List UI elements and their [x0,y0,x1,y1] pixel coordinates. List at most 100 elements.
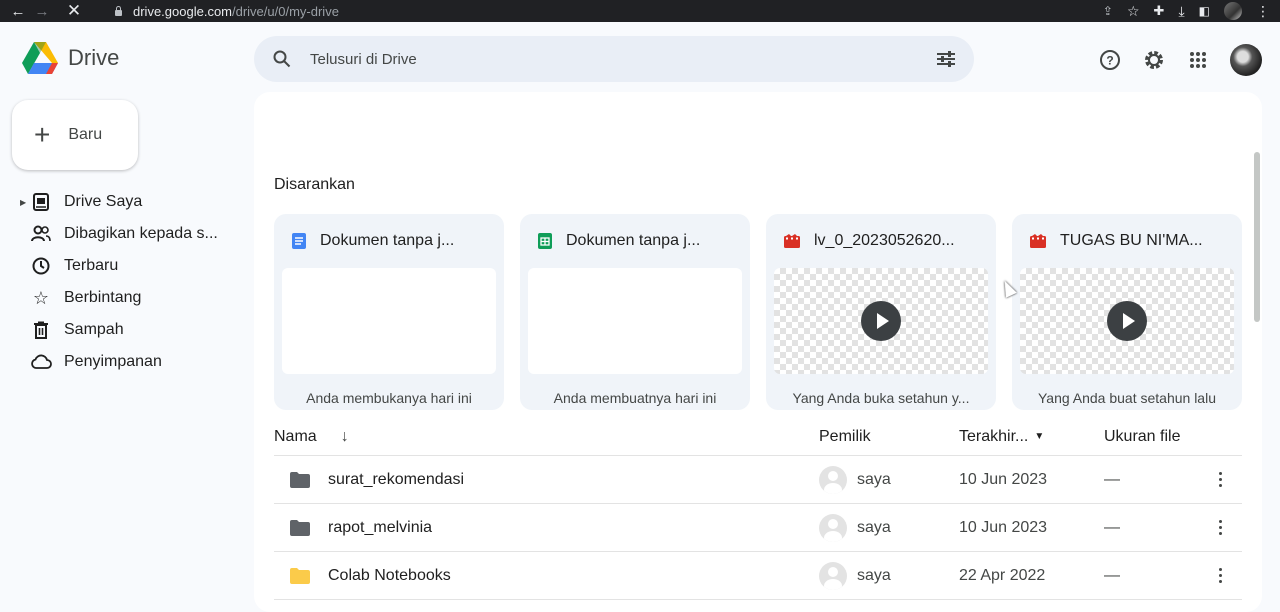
sidebar-item-starred[interactable]: ☆ Berbintang [0,282,240,314]
modified-date: 10 Jun 2023 [959,518,1048,536]
sidebar-item-shared[interactable]: Dibagikan kepada s... [0,218,240,250]
video-file-icon [1030,234,1046,248]
address-bar[interactable]: drive.google.com/drive/u/0/my-drive [106,0,1006,22]
play-icon[interactable] [1107,301,1147,341]
owner-name: saya [857,470,891,488]
new-button-label: Baru [68,126,103,143]
column-size-header[interactable]: Ukuran file [1104,428,1186,446]
more-actions-icon[interactable] [1218,520,1222,535]
card-title: lv_0_2023052620... [814,232,955,249]
table-row[interactable]: Colab Notebooks saya 22 Apr 2022 — [274,552,1242,600]
search-input[interactable]: Telusuri di Drive [310,51,918,68]
lock-icon [114,6,123,16]
account-avatar[interactable] [1230,44,1262,76]
card-reason: Yang Anda buat setahun lalu [1037,390,1216,406]
search-icon[interactable] [254,50,310,68]
side-panel-icon[interactable]: ◧ [1199,4,1210,18]
table-row[interactable]: surat_rekomendasi saya 10 Jun 2023 — [274,456,1242,504]
star-icon: ☆ [32,287,50,308]
files-table: Nama ↓ Pemilik Terakhir... ▼ Ukuran file… [274,418,1242,600]
drive-logo[interactable]: Drive [22,42,119,74]
url-path: /drive/u/0/my-drive [232,3,339,19]
bookmark-star-icon[interactable]: ☆ [1127,3,1140,20]
svg-text:?: ? [1106,54,1113,68]
folder-icon [290,567,310,584]
card-title: Dokumen tanpa j... [566,232,701,249]
expand-caret-icon[interactable]: ▶ [20,198,26,207]
sidebar-nav: ▶ Drive Saya Dibagikan kepada s... Terba… [0,186,240,378]
file-size: — [1104,566,1120,584]
stop-loading-icon[interactable]: ✕ [62,0,86,22]
file-size: — [1104,470,1120,488]
dropdown-arrow-icon[interactable]: ▼ [1034,431,1044,442]
sidebar-item-label: Sampah [64,321,124,338]
cloud-icon [30,351,52,373]
suggested-cards: Dokumen tanpa j... Anda membukanya hari … [274,214,1242,410]
sidebar-item-label: Drive Saya [64,193,143,210]
sidebar-item-storage[interactable]: Penyimpanan [0,346,240,378]
suggested-card[interactable]: Dokumen tanpa j... Anda membuatnya hari … [520,214,750,410]
folder-icon [290,519,310,536]
help-icon[interactable]: ? [1098,48,1122,72]
sidebar-item-my-drive[interactable]: ▶ Drive Saya [0,186,240,218]
my-drive-icon [30,191,52,213]
suggested-card[interactable]: lv_0_2023052620... Yang Anda buka setahu… [766,214,996,410]
browser-toolbar: ← → ✕ drive.google.com/drive/u/0/my-driv… [0,0,1280,22]
column-name-header[interactable]: Nama [274,428,317,446]
clock-icon [30,255,52,277]
sidebar-item-label: Penyimpanan [64,353,162,370]
owner-avatar [819,513,847,542]
vertical-scrollbar[interactable] [1254,152,1260,322]
file-name: surat_rekomendasi [328,470,465,488]
owner-name: saya [857,566,891,584]
sidebar-item-recent[interactable]: Terbaru [0,250,240,282]
sort-arrow-down-icon[interactable]: ↓ [341,428,349,446]
main-content: Disarankan Dokumen tanpa j... Anda membu… [254,92,1262,612]
more-actions-icon[interactable] [1218,568,1222,583]
column-modified-header[interactable]: Terakhir... [959,428,1028,446]
card-thumbnail [528,268,742,374]
sidebar-item-trash[interactable]: Sampah [0,314,240,346]
drive-logo-icon [22,42,58,74]
card-thumbnail [282,268,496,374]
sidebar-item-label: Berbintang [64,289,142,306]
forward-icon[interactable]: → [30,0,54,22]
url-host: drive.google.com [133,3,232,19]
shared-icon [30,223,52,245]
card-thumbnail [1020,268,1234,374]
extensions-icon[interactable]: ✚ [1154,3,1165,19]
modified-date: 22 Apr 2022 [959,566,1046,584]
search-bar[interactable]: Telusuri di Drive [254,36,974,82]
play-icon[interactable] [861,301,901,341]
modified-date: 10 Jun 2023 [959,470,1048,488]
more-actions-icon[interactable] [1218,472,1222,487]
plus-icon: + [34,119,51,150]
apps-grid-icon[interactable] [1186,48,1210,72]
new-button[interactable]: + Baru [12,100,138,170]
suggested-card[interactable]: TUGAS BU NI'MA... Yang Anda buat setahun… [1012,214,1242,410]
google-sheets-icon [538,233,552,249]
settings-gear-icon[interactable] [1142,48,1166,72]
suggested-card[interactable]: Dokumen tanpa j... Anda membukanya hari … [274,214,504,410]
app-name: Drive [68,45,120,70]
table-row[interactable]: rapot_melvinia saya 10 Jun 2023 — [274,504,1242,552]
card-title: TUGAS BU NI'MA... [1060,232,1203,249]
sidebar-item-label: Dibagikan kepada s... [64,225,218,242]
share-icon[interactable]: ⇪ [1103,4,1113,18]
browser-menu-icon[interactable]: ⋮ [1256,3,1270,20]
file-size: — [1104,518,1120,536]
card-reason: Yang Anda buka setahun y... [792,390,970,406]
column-owner-header[interactable]: Pemilik [819,428,959,446]
file-name: rapot_melvinia [328,518,433,536]
browser-actions: ⇪ ☆ ✚ ⤓ ◧ ⋮ [1103,0,1270,22]
owner-avatar [819,561,847,590]
google-docs-icon [292,233,306,249]
search-options-icon[interactable] [918,50,974,68]
owner-avatar [819,465,847,494]
back-icon[interactable]: ← [6,0,30,22]
file-name: Colab Notebooks [328,566,451,584]
table-header: Nama ↓ Pemilik Terakhir... ▼ Ukuran file [274,418,1242,456]
download-icon[interactable]: ⤓ [1178,3,1184,20]
owner-name: saya [857,518,891,536]
profile-avatar[interactable] [1224,2,1242,20]
